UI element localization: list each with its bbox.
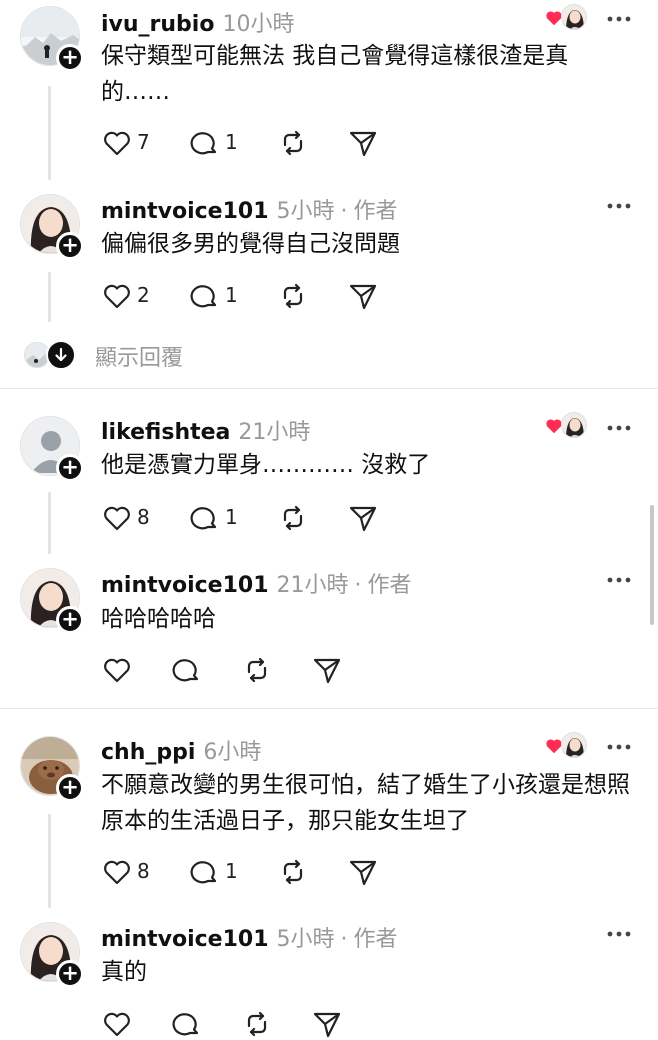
- scrollbar[interactable]: [650, 505, 654, 625]
- timestamp: 5小時 · 作者: [277, 199, 398, 224]
- liked-by-author-badge: [545, 4, 587, 34]
- follow-plus-icon[interactable]: +: [56, 960, 84, 988]
- time-text: 5小時: [276, 927, 335, 952]
- time-text: 21小時: [276, 573, 349, 598]
- timestamp: 10小時: [222, 12, 295, 37]
- show-replies-label[interactable]: 顯示回覆: [95, 340, 183, 372]
- comment-text: 保守類型可能無法 我自己會覺得這樣很渣是真的……: [101, 43, 569, 105]
- username[interactable]: ivu_rubio: [101, 12, 214, 37]
- repost-icon: [283, 130, 303, 156]
- heart-outline-icon: [104, 506, 130, 531]
- follow-plus-icon[interactable]: +: [56, 606, 84, 634]
- separator-dot: ·: [340, 927, 348, 952]
- like-count: 2: [137, 283, 150, 307]
- speech-bubble-icon: [172, 1013, 199, 1036]
- more-dots-icon[interactable]: [605, 201, 633, 211]
- repost-icon: [283, 505, 303, 531]
- more-dots-icon[interactable]: [605, 14, 633, 24]
- repost-icon: [247, 1011, 267, 1037]
- username[interactable]: mintvoice101: [101, 927, 269, 952]
- heart-outline-icon: [104, 284, 130, 309]
- repost-icon: [283, 859, 303, 885]
- author-tag: 作者: [353, 199, 398, 224]
- username-label[interactable]: ivu_rubio 10小時: [101, 6, 294, 38]
- follow-plus-icon[interactable]: +: [56, 232, 84, 260]
- author-avatar-small: [561, 4, 587, 30]
- thread-line: [48, 272, 51, 322]
- heart-outline-icon: [104, 1012, 130, 1037]
- send-icon: [349, 131, 377, 157]
- username-label[interactable]: mintvoice101 5小時 · 作者: [101, 193, 398, 225]
- username-label[interactable]: mintvoice101 21小時 · 作者: [101, 567, 412, 599]
- heart-outline-icon: [104, 131, 130, 156]
- author-avatar-small: [561, 732, 587, 758]
- more-dots-icon[interactable]: [605, 929, 633, 939]
- comment-text: 真的: [101, 959, 147, 985]
- time-text: 5小時: [276, 199, 335, 224]
- send-icon: [349, 506, 377, 532]
- author-tag: 作者: [367, 573, 412, 598]
- username-label[interactable]: likefishtea 21小時: [101, 414, 310, 446]
- send-icon: [349, 860, 377, 886]
- thread-line: [48, 492, 51, 554]
- comment-text: 偏偏很多男的覺得自己沒問題: [101, 231, 400, 257]
- follow-plus-icon[interactable]: +: [56, 454, 84, 482]
- username[interactable]: likefishtea: [101, 420, 230, 445]
- timestamp: 21小時 · 作者: [277, 573, 412, 598]
- divider: [0, 708, 658, 709]
- timestamp: 6小時: [203, 740, 262, 765]
- reply-count: 1: [225, 130, 238, 154]
- reply-count: 1: [225, 505, 238, 529]
- divider: [0, 388, 658, 389]
- send-icon: [313, 658, 341, 684]
- send-icon: [349, 284, 377, 310]
- username[interactable]: chh_ppi: [101, 740, 195, 765]
- follow-plus-icon[interactable]: +: [56, 774, 84, 802]
- more-dots-icon[interactable]: [605, 742, 633, 752]
- liked-by-author-badge: [545, 732, 587, 762]
- timestamp: 21小時: [238, 420, 311, 445]
- author-avatar-small: [561, 412, 587, 438]
- username[interactable]: mintvoice101: [101, 199, 269, 224]
- thread-line: [48, 814, 51, 908]
- separator-dot: ·: [354, 573, 362, 598]
- username-label[interactable]: chh_ppi 6小時: [101, 734, 261, 766]
- separator-dot: ·: [340, 199, 348, 224]
- more-dots-icon[interactable]: [605, 423, 633, 433]
- like-count: 8: [137, 859, 150, 883]
- speech-bubble-icon: [190, 507, 217, 530]
- speech-bubble-icon: [190, 132, 217, 155]
- author-tag: 作者: [353, 927, 398, 952]
- liked-by-author-badge: [545, 412, 587, 442]
- speech-bubble-icon: [172, 659, 199, 682]
- more-dots-icon[interactable]: [605, 575, 633, 585]
- like-count: 8: [137, 505, 150, 529]
- repost-icon: [247, 657, 267, 683]
- heart-outline-icon: [104, 658, 130, 683]
- reply-count: 1: [225, 859, 238, 883]
- speech-bubble-icon: [190, 285, 217, 308]
- like-count: 7: [137, 130, 150, 154]
- username-label[interactable]: mintvoice101 5小時 · 作者: [101, 921, 398, 953]
- arrow-down-icon: [46, 340, 76, 370]
- heart-outline-icon: [104, 860, 130, 885]
- repost-icon: [283, 283, 303, 309]
- reply-count: 1: [225, 283, 238, 307]
- comment-text: 他是憑實力單身………… 沒救了: [101, 452, 431, 478]
- send-icon: [313, 1012, 341, 1038]
- speech-bubble-icon: [190, 861, 217, 884]
- comment-text: 哈哈哈哈哈: [101, 606, 216, 632]
- username[interactable]: mintvoice101: [101, 573, 269, 598]
- follow-plus-icon[interactable]: +: [56, 44, 84, 72]
- thread-line: [48, 86, 51, 180]
- timestamp: 5小時 · 作者: [277, 927, 398, 952]
- comment-text: 不願意改變的男生很可怕，結了婚生了小孩還是想照原本的生活過日子，那只能女生坦了: [101, 772, 630, 834]
